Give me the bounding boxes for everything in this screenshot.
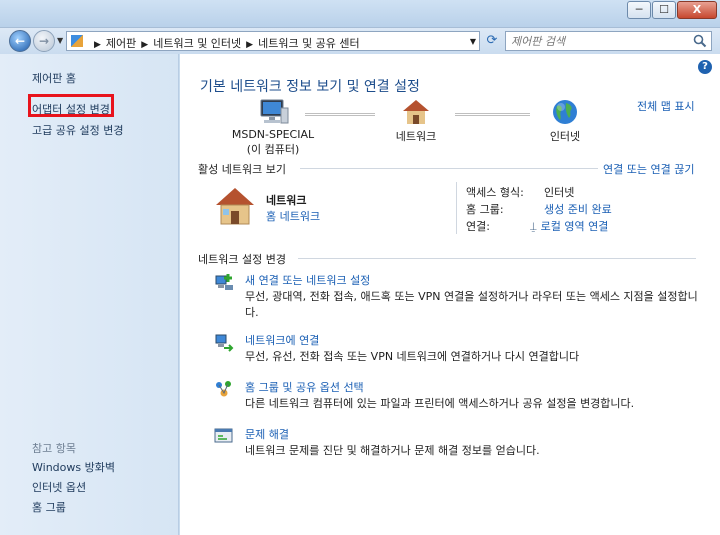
homegroup-label: 홈 그룹: <box>466 203 504 216</box>
task-description: 무선, 광대역, 전화 접속, 애드혹 또는 VPN 연결을 설정하거나 라우터… <box>245 290 698 319</box>
access-type-label: 액세스 형식: <box>466 186 524 199</box>
close-button[interactable]: X <box>677 1 717 19</box>
connection-value-link[interactable]: ⍊ 로컬 영역 연결 <box>530 218 608 234</box>
computer-icon <box>260 99 289 124</box>
sidebar-link-internet-options[interactable]: 인터넷 옵션 <box>32 479 86 495</box>
task-homegroup-sharing: 홈 그룹 및 공유 옵션 선택 다른 네트워크 컴퓨터에 있는 파일과 프린터에… <box>214 379 714 415</box>
task-description: 무선, 유선, 전화 접속 또는 VPN 네트워크에 연결하거나 다시 연결합니… <box>245 350 580 363</box>
sidebar-link-advanced-sharing-settings[interactable]: 고급 공유 설정 변경 <box>32 122 123 138</box>
section-divider <box>300 168 598 169</box>
forward-button[interactable]: → <box>33 30 55 52</box>
task-connect-network: 네트워크에 연결 무선, 유선, 전화 접속 또는 VPN 네트워크에 연결하거… <box>214 332 714 368</box>
map-node-network[interactable]: 네트워크 <box>376 98 456 144</box>
search-icon[interactable] <box>693 34 707 48</box>
sidebar-link-change-adapter-settings[interactable]: 어댑터 설정 변경 <box>32 101 110 117</box>
map-connector-line <box>305 113 375 116</box>
task-setup-connection: 새 연결 또는 네트워크 설정 무선, 광대역, 전화 접속, 애드혹 또는 V… <box>214 272 714 319</box>
network-type-link[interactable]: 홈 네트워크 <box>266 208 320 224</box>
change-settings-heading: 네트워크 설정 변경 <box>198 253 286 266</box>
access-type-value: 인터넷 <box>544 186 575 199</box>
active-networks-heading: 활성 네트워크 보기 <box>198 163 286 176</box>
globe-icon <box>553 100 577 124</box>
minimize-button[interactable]: ─ <box>627 1 651 19</box>
ethernet-icon: ⍊ <box>530 220 537 233</box>
breadcrumb-item[interactable]: 제어판 <box>106 37 136 50</box>
map-node-internet[interactable]: 인터넷 <box>525 98 605 144</box>
map-connector-line <box>455 113 530 116</box>
homegroup-sharing-link[interactable]: 홈 그룹 및 공유 옵션 선택 <box>245 379 364 395</box>
address-dropdown-icon[interactable]: ▼ <box>470 37 476 46</box>
connect-or-disconnect-link[interactable]: 연결 또는 연결 끊기 <box>603 161 694 177</box>
homegroup-value-link[interactable]: 생성 준비 완료 <box>544 201 612 217</box>
computer-name: MSDN-SPECIAL <box>231 128 315 141</box>
homegroup-icon <box>216 381 231 397</box>
control-panel-icon <box>71 35 83 47</box>
help-icon[interactable]: ? <box>698 60 712 74</box>
setup-connection-link[interactable]: 새 연결 또는 네트워크 설정 <box>245 272 370 288</box>
sidebar: 제어판 홈 어댑터 설정 변경 고급 공유 설정 변경 참고 항목 Window… <box>0 54 179 535</box>
sidebar-link-windows-firewall[interactable]: Windows 방화벽 <box>32 459 115 475</box>
house-icon <box>403 100 429 124</box>
see-also-heading: 참고 항목 <box>32 442 76 455</box>
internet-label: 인터넷 <box>549 130 581 143</box>
vertical-divider <box>456 182 457 234</box>
refresh-icon[interactable]: ⟳ <box>482 32 502 50</box>
breadcrumb-item[interactable]: 네트워크 및 인터넷 <box>153 37 241 50</box>
breadcrumb-item[interactable]: 네트워크 및 공유 센터 <box>258 37 360 50</box>
task-description: 네트워크 문제를 진단 및 해결하거나 문제 해결 정보를 얻습니다. <box>245 444 540 457</box>
search-box[interactable] <box>505 31 712 51</box>
back-button[interactable]: ← <box>9 30 31 52</box>
map-node-computer: MSDN-SPECIAL (이 컴퓨터) <box>228 98 318 157</box>
connect-network-link[interactable]: 네트워크에 연결 <box>245 332 319 348</box>
section-divider <box>298 258 696 259</box>
new-connection-icon <box>215 274 233 290</box>
connections-label: 연결: <box>466 220 490 233</box>
sidebar-link-control-panel-home[interactable]: 제어판 홈 <box>32 70 76 86</box>
window-titlebar: ─ ☐ X <box>0 0 720 28</box>
task-description: 다른 네트워크 컴퓨터에 있는 파일과 프린터에 액세스하거나 공유 설정을 변… <box>245 397 635 410</box>
network-label: 네트워크 <box>395 130 437 143</box>
task-troubleshoot: 문제 해결 네트워크 문제를 진단 및 해결하거나 문제 해결 정보를 얻습니다… <box>214 426 714 462</box>
connection-name[interactable]: 로컬 영역 연결 <box>541 220 609 233</box>
see-full-map-link[interactable]: 전체 맵 표시 <box>637 98 695 114</box>
breadcrumb: ▶ 제어판 ▶ 네트워크 및 인터넷 ▶ 네트워크 및 공유 센터 <box>94 37 360 50</box>
navigation-bar: ← → ▼ ▶ 제어판 ▶ 네트워크 및 인터넷 ▶ 네트워크 및 공유 센터 ▼ ⟳ <box>0 28 720 54</box>
maximize-button[interactable]: ☐ <box>652 1 676 19</box>
search-input[interactable] <box>511 34 686 48</box>
page-title: 기본 네트워크 정보 보기 및 연결 설정 <box>200 79 420 95</box>
connect-network-icon <box>215 334 234 352</box>
address-bar[interactable]: ▶ 제어판 ▶ 네트워크 및 인터넷 ▶ 네트워크 및 공유 센터 ▼ <box>66 31 480 51</box>
recent-pages-chevron-icon[interactable]: ▼ <box>57 36 63 45</box>
troubleshoot-icon <box>214 428 233 443</box>
computer-subtitle: (이 컴퓨터) <box>246 143 300 156</box>
sidebar-link-homegroup[interactable]: 홈 그룹 <box>32 499 66 515</box>
house-icon <box>216 188 254 225</box>
main-content: ? 기본 네트워크 정보 보기 및 연결 설정 전체 맵 표시 MSDN-SPE… <box>180 54 720 535</box>
active-network-name: 네트워크 <box>266 194 307 207</box>
troubleshoot-link[interactable]: 문제 해결 <box>245 426 289 442</box>
